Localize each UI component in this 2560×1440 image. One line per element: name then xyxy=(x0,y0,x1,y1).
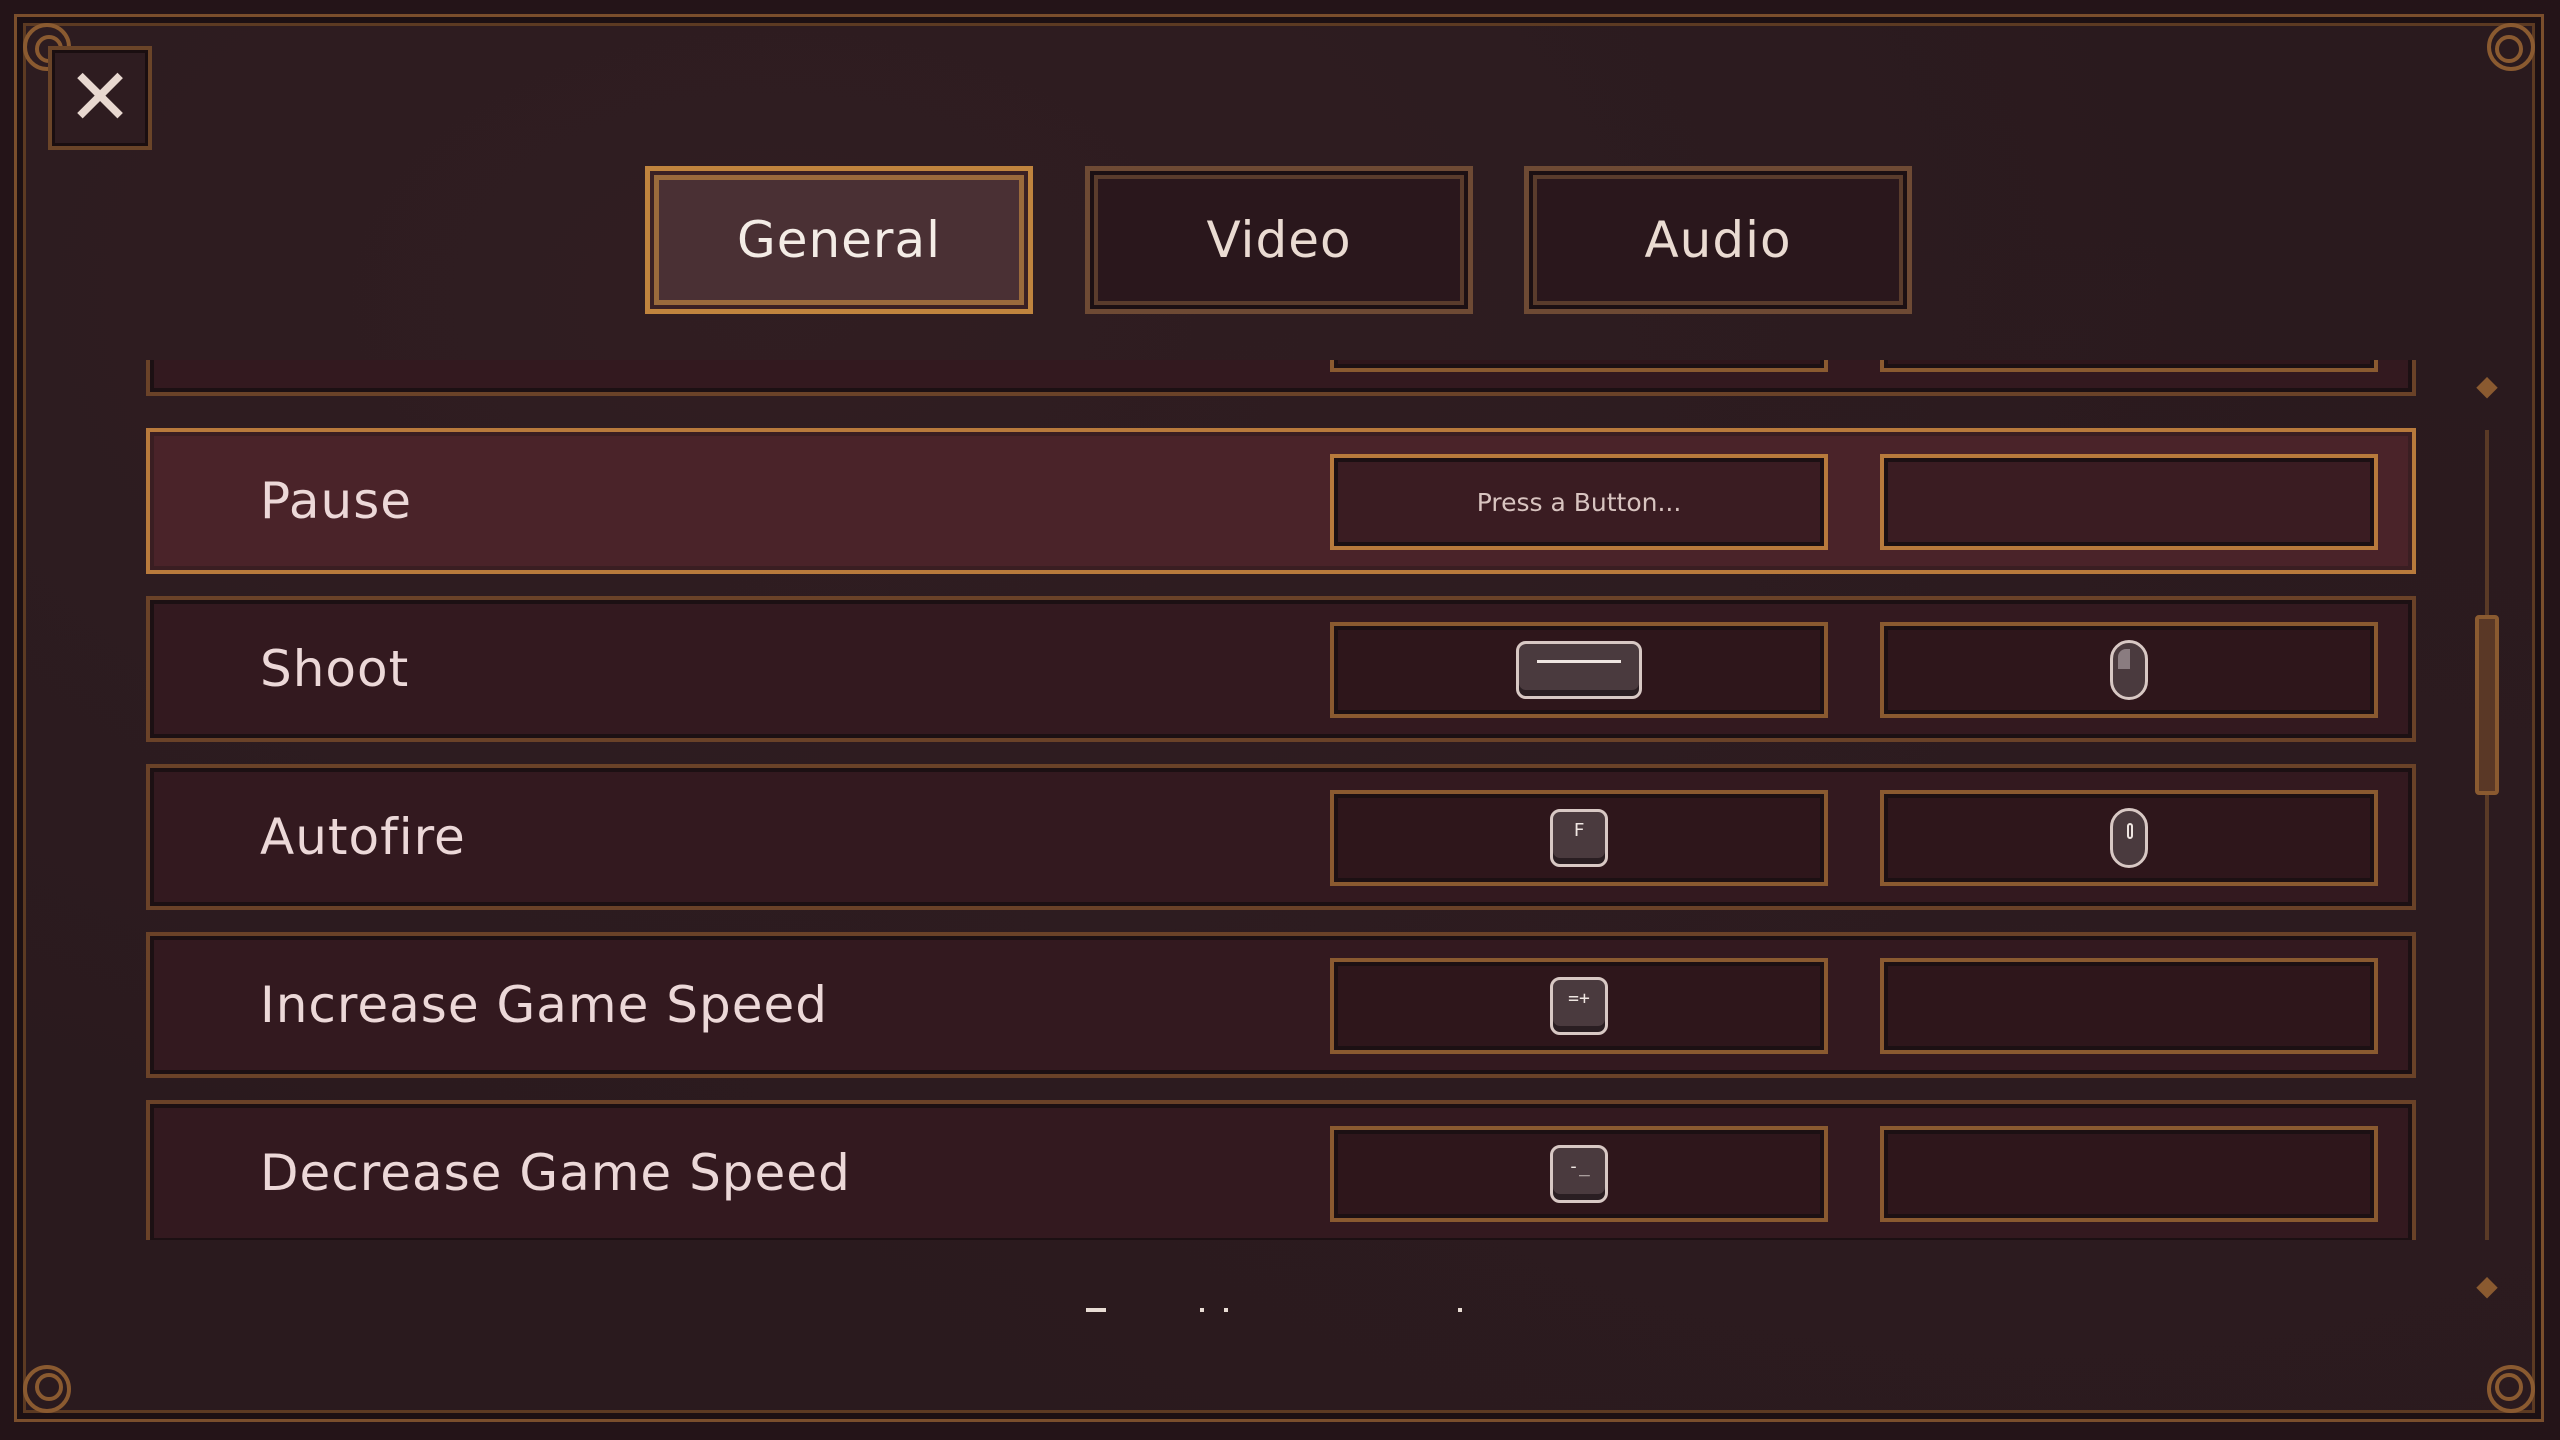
primary-binding-slot[interactable]: =+ xyxy=(1330,958,1828,1054)
secondary-binding-slot[interactable] xyxy=(1880,958,2378,1054)
tab-label: Audio xyxy=(1644,211,1792,269)
keybinding-row-partial xyxy=(146,360,2416,396)
scroll-thumb[interactable] xyxy=(2475,615,2499,795)
secondary-binding-slot[interactable] xyxy=(1880,790,2378,886)
keybinding-row-pause[interactable]: Pause Press a Button... xyxy=(146,428,2416,574)
primary-binding-slot[interactable] xyxy=(1330,622,1828,718)
ornament-corner xyxy=(2451,1329,2541,1419)
ornament-corner xyxy=(17,1329,107,1419)
tab-audio[interactable]: Audio xyxy=(1524,166,1912,314)
space-key-icon xyxy=(1516,641,1642,699)
press-button-prompt: Press a Button... xyxy=(1476,487,1682,517)
close-button[interactable]: ✕ xyxy=(48,46,152,150)
plus-key-icon: =+ xyxy=(1550,977,1608,1035)
action-label: Shoot xyxy=(260,640,410,698)
ornament-corner xyxy=(2451,17,2541,107)
keybinding-row-increase-speed[interactable]: Increase Game Speed =+ xyxy=(146,932,2416,1078)
action-label: Pause xyxy=(260,472,413,530)
primary-binding-slot[interactable]: F xyxy=(1330,790,1828,886)
close-icon: ✕ xyxy=(67,53,133,143)
action-label: Decrease Game Speed xyxy=(260,1144,851,1202)
keybinding-row-decrease-speed[interactable]: Decrease Game Speed -_ xyxy=(146,1100,2416,1240)
scroll-up-ornament-icon: ◆ xyxy=(2476,368,2498,402)
primary-binding-slot[interactable]: -_ xyxy=(1330,1126,1828,1222)
keybinding-list[interactable]: Pause Press a Button... Shoot Autofire F… xyxy=(146,360,2416,1240)
tab-label: Video xyxy=(1206,211,1352,269)
f-key-icon: F xyxy=(1550,809,1608,867)
secondary-binding-slot[interactable] xyxy=(1880,360,2378,372)
scrollbar[interactable]: ◆ ◆ xyxy=(2470,360,2504,1310)
tab-general[interactable]: General xyxy=(645,166,1033,314)
left-mouse-button-icon xyxy=(2110,640,2148,700)
keybinding-row-shoot[interactable]: Shoot xyxy=(146,596,2416,742)
action-label: Autofire xyxy=(260,808,466,866)
secondary-binding-slot[interactable] xyxy=(1880,454,2378,550)
tab-label: General xyxy=(736,211,942,269)
primary-binding-slot[interactable] xyxy=(1330,360,1828,372)
secondary-binding-slot[interactable] xyxy=(1880,1126,2378,1222)
scroll-track[interactable] xyxy=(2485,430,2489,1240)
keybinding-row-autofire[interactable]: Autofire F xyxy=(146,764,2416,910)
primary-binding-slot[interactable]: Press a Button... xyxy=(1330,454,1828,550)
scroll-down-ornament-icon: ◆ xyxy=(2476,1268,2498,1302)
tab-video[interactable]: Video xyxy=(1085,166,1473,314)
action-label: Increase Game Speed xyxy=(260,976,828,1034)
minus-key-icon: -_ xyxy=(1550,1145,1608,1203)
secondary-binding-slot[interactable] xyxy=(1880,622,2378,718)
middle-mouse-button-icon xyxy=(2110,808,2148,868)
